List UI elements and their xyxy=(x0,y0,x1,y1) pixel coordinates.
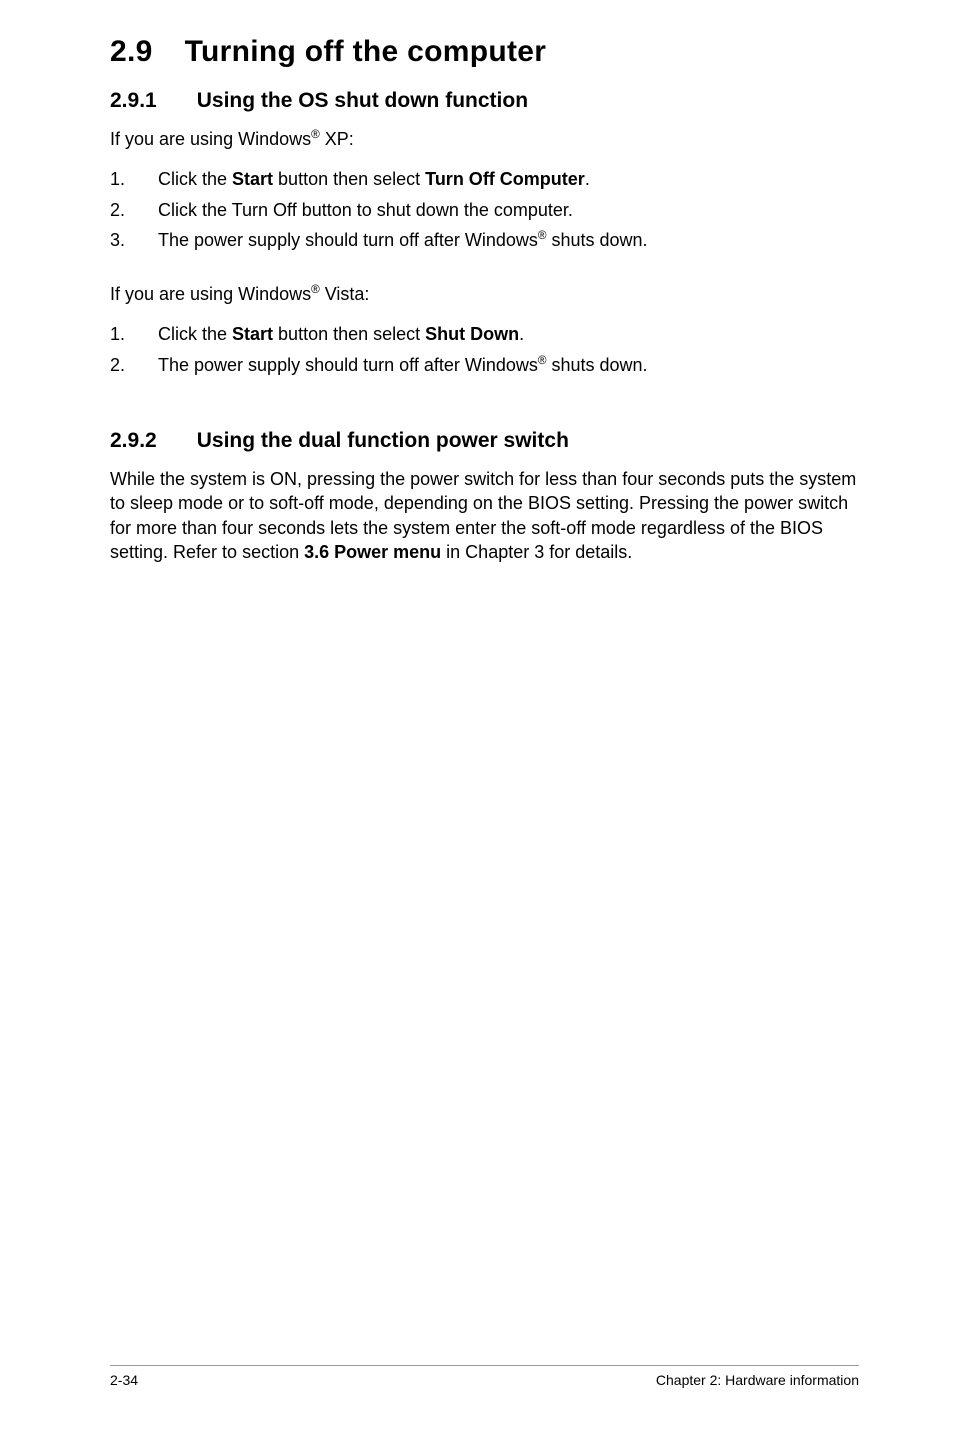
list-item: 3. The power supply should turn off afte… xyxy=(110,228,859,252)
chapter-label: Chapter 2: Hardware information xyxy=(656,1372,859,1388)
xp-steps-list: 1. Click the Start button then select Tu… xyxy=(110,167,859,252)
intro-vista: If you are using Windows® Vista: xyxy=(110,282,859,306)
text-fragment: The power supply should turn off after W… xyxy=(158,355,538,375)
registered-icon: ® xyxy=(311,128,320,141)
intro-xp-text-a: If you are using Windows xyxy=(110,129,311,149)
intro-xp: If you are using Windows® XP: xyxy=(110,127,859,151)
subsection-heading-2: 2.9.2 Using the dual function power switc… xyxy=(110,429,859,453)
list-item: 1. Click the Start button then select Tu… xyxy=(110,167,859,191)
step-text: Click the Start button then select Turn … xyxy=(158,167,859,191)
intro-xp-text-b: XP: xyxy=(320,129,354,149)
intro-vista-text-b: Vista: xyxy=(320,284,370,304)
text-fragment: . xyxy=(585,169,590,189)
list-item: 1. Click the Start button then select Sh… xyxy=(110,322,859,346)
step-text: The power supply should turn off after W… xyxy=(158,228,859,252)
text-fragment: in Chapter 3 for details. xyxy=(441,542,632,562)
bold-text: Shut Down xyxy=(425,324,519,344)
step-number: 3. xyxy=(110,228,158,252)
registered-icon: ® xyxy=(538,229,547,242)
step-text: Click the Turn Off button to shut down t… xyxy=(158,198,859,222)
text-fragment: Click the xyxy=(158,324,232,344)
step-number: 1. xyxy=(110,322,158,346)
step-text: Click the Start button then select Shut … xyxy=(158,322,859,346)
step-number: 1. xyxy=(110,167,158,191)
subsection-title-text: Using the OS shut down function xyxy=(197,89,528,112)
bold-text: Turn Off Computer xyxy=(425,169,585,189)
vista-steps-list: 1. Click the Start button then select Sh… xyxy=(110,322,859,377)
text-fragment: Click the xyxy=(158,169,232,189)
subsection-heading-1: 2.9.1 Using the OS shut down function xyxy=(110,89,859,113)
text-fragment: button then select xyxy=(273,324,425,344)
bold-text: 3.6 Power menu xyxy=(304,542,441,562)
bold-text: Start xyxy=(232,324,273,344)
subsection-number: 2.9.1 xyxy=(110,89,157,113)
text-fragment: The power supply should turn off after W… xyxy=(158,230,538,250)
subsection-title-text: Using the dual function power switch xyxy=(197,429,569,452)
section-title-text: Turning off the computer xyxy=(185,35,547,68)
subsection-number: 2.9.2 xyxy=(110,429,157,453)
page-footer: 2-34 Chapter 2: Hardware information xyxy=(110,1365,859,1388)
text-fragment: button then select xyxy=(273,169,425,189)
section-heading: 2.9 Turning off the computer xyxy=(110,35,859,69)
text-fragment: shuts down. xyxy=(547,230,648,250)
intro-vista-text-a: If you are using Windows xyxy=(110,284,311,304)
text-fragment: shuts down. xyxy=(547,355,648,375)
power-switch-paragraph: While the system is ON, pressing the pow… xyxy=(110,467,859,564)
section-number: 2.9 xyxy=(110,35,153,69)
step-number: 2. xyxy=(110,353,158,377)
step-number: 2. xyxy=(110,198,158,222)
list-item: 2. Click the Turn Off button to shut dow… xyxy=(110,198,859,222)
text-fragment: . xyxy=(519,324,524,344)
registered-icon: ® xyxy=(311,283,320,296)
bold-text: Start xyxy=(232,169,273,189)
list-item: 2. The power supply should turn off afte… xyxy=(110,353,859,377)
registered-icon: ® xyxy=(538,354,547,367)
step-text: The power supply should turn off after W… xyxy=(158,353,859,377)
page-number: 2-34 xyxy=(110,1372,138,1388)
